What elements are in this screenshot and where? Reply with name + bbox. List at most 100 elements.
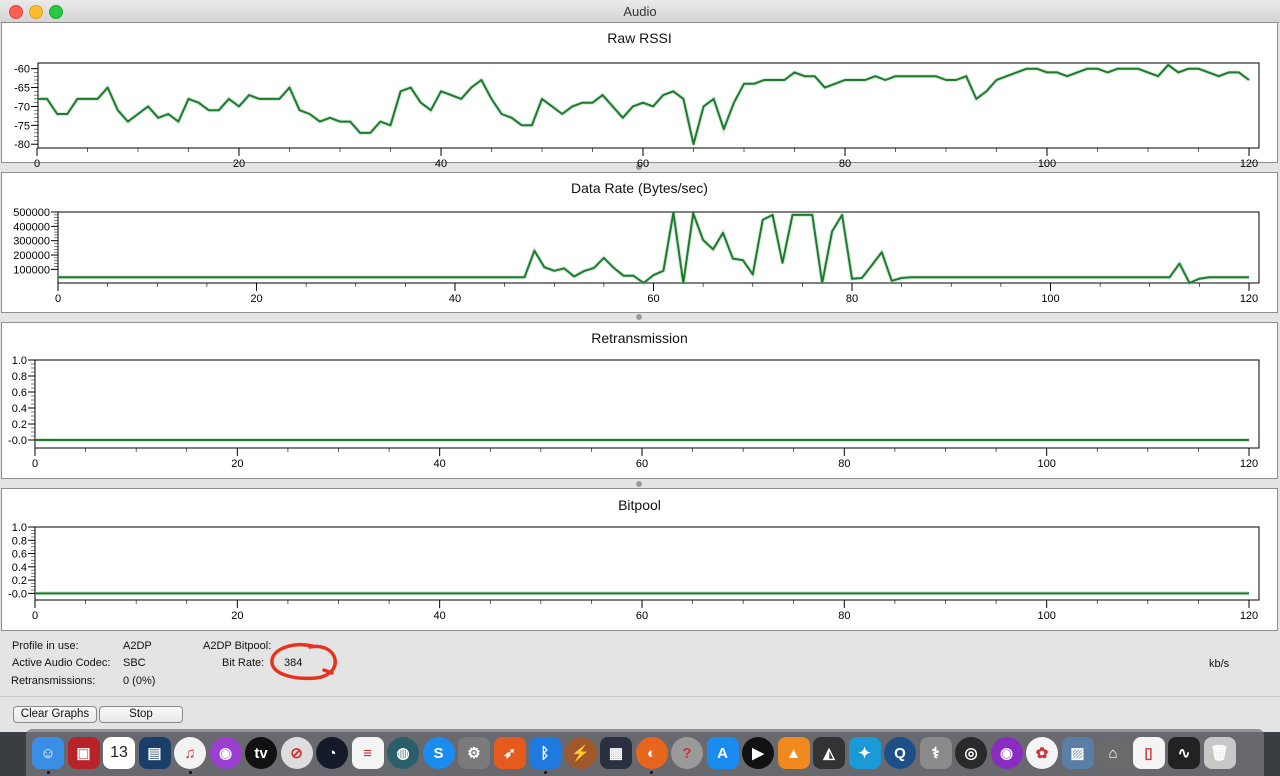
dock-calendar-icon[interactable]: 13: [103, 737, 135, 769]
y-tick-label: 400000: [13, 221, 50, 233]
dock-istat-icon[interactable]: ◍: [387, 737, 419, 769]
dock-mixer-icon[interactable]: ▦: [600, 737, 632, 769]
x-tick-label: 100: [1038, 158, 1056, 170]
dock-app-store-icon[interactable]: A: [706, 737, 739, 769]
y-tick-label: 0.2: [12, 575, 27, 587]
x-tick-label: 0: [55, 293, 61, 305]
x-tick-label: 80: [839, 158, 851, 170]
dock-image-capture-icon[interactable]: ▤: [138, 737, 171, 769]
dock-speaker-app-icon[interactable]: ◎: [955, 737, 987, 769]
dock-music-icon[interactable]: ♫: [174, 737, 206, 769]
dock-photo-booth-icon[interactable]: ▣: [67, 737, 100, 769]
dock-finder-icon[interactable]: ☺: [32, 737, 64, 769]
y-tick-label: 300000: [13, 236, 50, 248]
y-tick-label: 0.6: [12, 387, 27, 399]
x-tick-label: 60: [637, 158, 649, 170]
x-tick-label: 60: [636, 458, 648, 470]
profile-value: A2DP: [123, 640, 152, 652]
y-tick-label: 0.6: [12, 549, 27, 561]
profile-label: Profile in use:: [12, 640, 79, 652]
running-indicator: [650, 771, 653, 774]
dock-vlc-icon[interactable]: ▲: [777, 737, 810, 769]
x-tick-label: 80: [838, 610, 850, 622]
dock-quicktime-icon[interactable]: Q: [884, 737, 916, 769]
dock-speedtest-icon[interactable]: ◔: [316, 737, 348, 769]
divider: [0, 696, 1280, 697]
dock-firefox-icon[interactable]: ◐: [635, 737, 668, 769]
codec-label: Active Audio Codec:: [12, 657, 111, 669]
running-indicator: [188, 771, 192, 774]
x-tick-label: 20: [231, 610, 243, 622]
x-tick-label: 40: [434, 610, 446, 622]
y-tick-label: 1.0: [12, 522, 27, 534]
x-tick-label: 40: [449, 293, 461, 305]
dock-infuse-icon[interactable]: ▶: [742, 737, 774, 769]
red-annotation-circle: [270, 643, 337, 681]
x-tick-label: 20: [250, 293, 262, 305]
x-tick-label: 80: [846, 293, 858, 305]
y-tick-label: 0.4: [12, 403, 27, 415]
dock-reeder-icon[interactable]: ⚡: [564, 737, 597, 769]
retransmissions-label: Retransmissions:: [11, 675, 96, 687]
dock-kodi-icon[interactable]: ✦: [848, 737, 881, 769]
y-tick-label: 1.0: [12, 355, 27, 367]
y-tick-label: 0.8: [12, 535, 27, 547]
dock-airport-utility-icon[interactable]: ⌂: [1097, 737, 1129, 769]
dock-photos-icon[interactable]: ✿: [1026, 737, 1058, 769]
dock-radio-app-icon[interactable]: ◉: [990, 737, 1023, 769]
x-tick-label: 40: [435, 158, 447, 170]
x-tick-label: 20: [233, 158, 245, 170]
dock-rocket-icon[interactable]: ➶: [493, 737, 526, 769]
dock-trash-icon[interactable]: 🗑: [1203, 737, 1236, 769]
codec-value: SBC: [123, 657, 146, 669]
x-tick-label: 120: [1240, 458, 1258, 470]
y-tick-label: -60: [14, 64, 30, 76]
x-tick-label: 80: [838, 458, 850, 470]
x-tick-label: 40: [434, 458, 446, 470]
dock-system-preferences-icon[interactable]: ⚙: [458, 737, 490, 769]
bitrate-unit: kb/s: [1209, 658, 1230, 670]
x-tick-label: 20: [231, 458, 243, 470]
dock-monodraw-icon[interactable]: ◭: [813, 737, 845, 769]
x-tick-label: 120: [1240, 293, 1258, 305]
clear-graphs-button[interactable]: Clear Graphs: [13, 706, 97, 723]
y-tick-label: 0.4: [12, 562, 27, 574]
dock-textedit-icon[interactable]: ≡: [351, 737, 384, 769]
x-tick-label: 60: [636, 610, 648, 622]
dock-podcasts-icon[interactable]: ◉: [209, 737, 242, 769]
x-tick-label: 120: [1240, 158, 1258, 170]
x-tick-label: 100: [1041, 293, 1059, 305]
y-tick-label: 0.8: [12, 371, 27, 383]
y-tick-label: -0.0: [8, 435, 27, 447]
dock-bluetooth-icon[interactable]: ᛒ: [529, 737, 561, 769]
y-tick-label: -75: [14, 120, 30, 132]
y-tick-label: 100000: [13, 264, 50, 276]
audio-window: Audio Raw RSSI Data Rate (Bytes/sec) Ret…: [0, 0, 1280, 732]
x-tick-label: 60: [647, 293, 659, 305]
y-tick-label: 500000: [13, 207, 50, 219]
x-tick-label: 0: [34, 158, 40, 170]
dock-shazam-icon[interactable]: S: [422, 737, 455, 769]
plot-area: [34, 359, 1260, 449]
running-indicator: [543, 771, 547, 774]
running-indicator: [46, 771, 50, 774]
x-tick-label: 0: [32, 610, 38, 622]
x-tick-label: 100: [1037, 458, 1055, 470]
stop-button[interactable]: Stop: [99, 706, 183, 723]
y-tick-label: -80: [14, 139, 30, 151]
dock-document-icon[interactable]: ▯: [1132, 737, 1165, 769]
x-tick-label: 120: [1240, 610, 1258, 622]
dock-preview-icon[interactable]: ▨: [1061, 737, 1094, 769]
calendar-day: 13: [110, 744, 128, 761]
plot-area: [34, 526, 1260, 601]
dock-apple-tv-icon[interactable]: tv: [245, 737, 277, 769]
y-tick-label: 200000: [13, 250, 50, 262]
dock-activity-monitor-icon[interactable]: ∿: [1168, 737, 1200, 769]
y-tick-label: -0.0: [8, 588, 27, 600]
x-tick-label: 100: [1037, 610, 1055, 622]
dock-disk-utility-icon[interactable]: ⚕: [919, 737, 952, 769]
dock-blocked-app-icon[interactable]: ⊘: [280, 737, 313, 769]
bitpool-label: A2DP Bitpool:: [203, 640, 272, 652]
charts-layer: 0 20 40 60 80 100 120 -60 -65 -70 -75 -80 0 20 40 60 80 1…: [8, 62, 1260, 622]
dock-help-icon[interactable]: ?: [671, 737, 703, 769]
